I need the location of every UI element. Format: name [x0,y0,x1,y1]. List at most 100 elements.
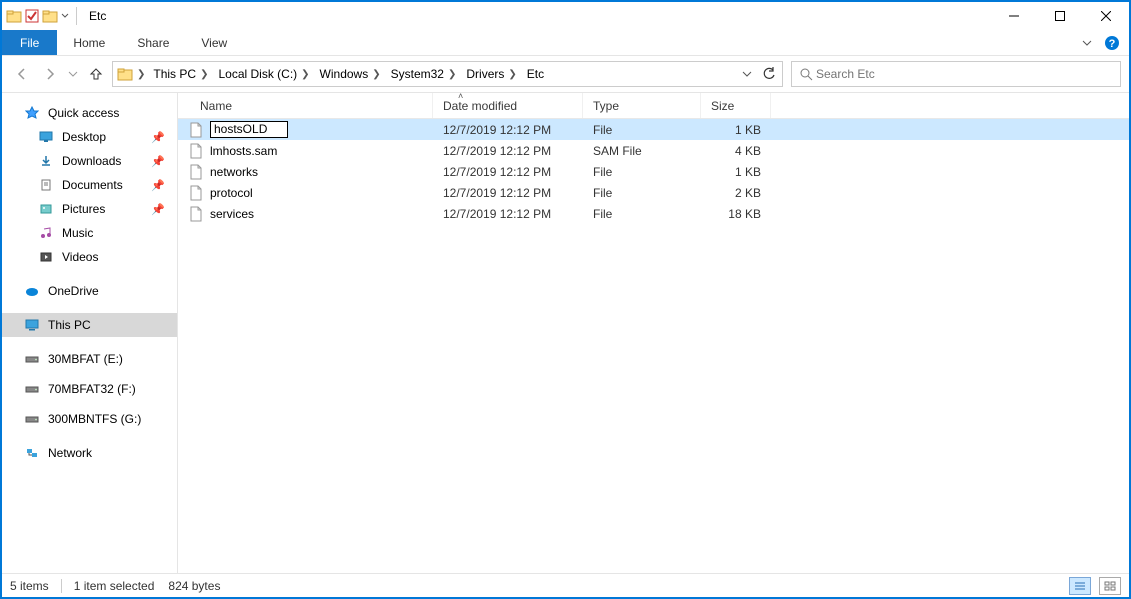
pin-icon: 📌 [151,131,165,144]
breadcrumb-item[interactable]: Local Disk (C:) ❯ [212,62,313,86]
file-type: File [583,203,701,224]
tab-view[interactable]: View [185,30,243,55]
file-list-pane: Name ˄ Date modified Type Size hostsOLD1… [178,93,1129,573]
address-bar[interactable]: ❯ This PC❯ Local Disk (C:)❯ Windows❯ Sys… [112,61,783,87]
file-name: networks [210,165,258,179]
sidebar-documents[interactable]: Documents 📌 [2,173,177,197]
breadcrumb-label: Windows [320,67,369,81]
column-type[interactable]: Type [583,93,701,118]
column-label: Name [200,99,232,113]
nav-pane[interactable]: Quick access Desktop 📌 Downloads 📌 Docum… [2,93,178,573]
sidebar-drive[interactable]: 30MBFAT (E:) [2,347,177,371]
file-tab[interactable]: File [2,30,57,55]
back-button[interactable] [10,60,34,88]
sidebar-onedrive[interactable]: OneDrive [2,279,177,303]
address-dropdown-button[interactable] [736,62,758,86]
file-row[interactable]: hostsOLD12/7/2019 12:12 PMFile1 KB [178,119,1129,140]
sidebar-label: 300MBNTFS (G:) [48,412,141,426]
qat-separator [76,7,77,25]
status-separator [61,579,62,593]
column-name[interactable]: Name [178,93,433,118]
sidebar-pictures[interactable]: Pictures 📌 [2,197,177,221]
file-type: File [583,182,701,203]
sidebar-network[interactable]: Network [2,441,177,465]
drive-icon [24,381,40,397]
refresh-button[interactable] [758,62,780,86]
status-count: 5 items [10,579,49,593]
up-button[interactable] [84,60,108,88]
network-icon [24,445,40,461]
properties-icon[interactable] [24,8,40,24]
help-button[interactable]: ? [1101,32,1123,54]
file-rows[interactable]: hostsOLD12/7/2019 12:12 PMFile1 KBlmhost… [178,119,1129,573]
file-row[interactable]: protocol12/7/2019 12:12 PMFile2 KB [178,182,1129,203]
sidebar-label: Pictures [62,202,105,216]
file-icon [188,164,204,180]
sidebar-this-pc[interactable]: This PC [2,313,177,337]
ribbon-expand-icon[interactable] [1073,30,1101,55]
sidebar-drive[interactable]: 70MBFAT32 (F:) [2,377,177,401]
sidebar-music[interactable]: Music [2,221,177,245]
file-icon [188,143,204,159]
column-label: Type [593,99,619,113]
quick-access-toolbar [6,7,81,25]
ribbon: File Home Share View ? [2,30,1129,56]
search-box[interactable] [791,61,1121,87]
close-button[interactable] [1083,2,1129,30]
breadcrumb-label: This PC [153,67,196,81]
chevron-right-icon[interactable]: ❯ [508,69,516,80]
column-size[interactable]: Size [701,93,771,118]
new-folder-icon[interactable] [42,8,58,24]
sidebar-downloads[interactable]: Downloads 📌 [2,149,177,173]
rename-input[interactable]: hostsOLD [210,121,288,138]
chevron-right-icon[interactable]: ❯ [301,69,309,80]
sidebar-label: Desktop [62,130,106,144]
sidebar-desktop[interactable]: Desktop 📌 [2,125,177,149]
breadcrumb-label: Local Disk (C:) [218,67,297,81]
file-type: File [583,161,701,182]
sidebar-label: Videos [62,250,98,264]
chevron-right-icon[interactable]: ❯ [372,69,380,80]
large-icons-view-button[interactable] [1099,577,1121,595]
sidebar-videos[interactable]: Videos [2,245,177,269]
breadcrumb-item[interactable]: Windows❯ [314,62,385,86]
videos-icon [38,249,54,265]
minimize-button[interactable] [991,2,1037,30]
breadcrumb-item[interactable]: System32❯ [385,62,461,86]
file-size: 1 KB [701,161,771,182]
search-input[interactable] [814,66,1114,82]
downloads-icon [38,153,54,169]
chevron-right-icon[interactable]: ❯ [448,69,456,80]
file-row[interactable]: services12/7/2019 12:12 PMFile18 KB [178,203,1129,224]
file-date: 12/7/2019 12:12 PM [433,203,583,224]
file-row[interactable]: networks12/7/2019 12:12 PMFile1 KB [178,161,1129,182]
sidebar-quick-access[interactable]: Quick access [2,101,177,125]
file-row[interactable]: lmhosts.sam12/7/2019 12:12 PMSAM File4 K… [178,140,1129,161]
file-icon [188,122,204,138]
column-date[interactable]: Date modified [433,93,583,118]
breadcrumb-item[interactable]: Etc [521,62,548,86]
tab-home[interactable]: Home [57,30,121,55]
chevron-right-icon[interactable]: ❯ [135,69,147,80]
this-pc-icon [24,317,40,333]
file-size: 1 KB [701,119,771,140]
file-type: File [583,119,701,140]
recent-locations-button[interactable] [66,60,80,88]
qat-dropdown-icon[interactable] [60,8,70,24]
sidebar-label: Network [48,446,92,460]
maximize-button[interactable] [1037,2,1083,30]
pin-icon: 📌 [151,155,165,168]
tab-share[interactable]: Share [121,30,185,55]
folder-icon [117,66,133,82]
sidebar-drive[interactable]: 300MBNTFS (G:) [2,407,177,431]
details-view-button[interactable] [1069,577,1091,595]
chevron-right-icon[interactable]: ❯ [200,69,208,80]
onedrive-icon [24,283,40,299]
breadcrumb-item[interactable]: This PC ❯ [147,62,212,86]
breadcrumb-item[interactable]: Drivers❯ [460,62,520,86]
breadcrumb-label: Etc [527,67,544,81]
search-icon [798,66,814,82]
forward-button[interactable] [38,60,62,88]
file-size: 2 KB [701,182,771,203]
sidebar-label: Documents [62,178,123,192]
